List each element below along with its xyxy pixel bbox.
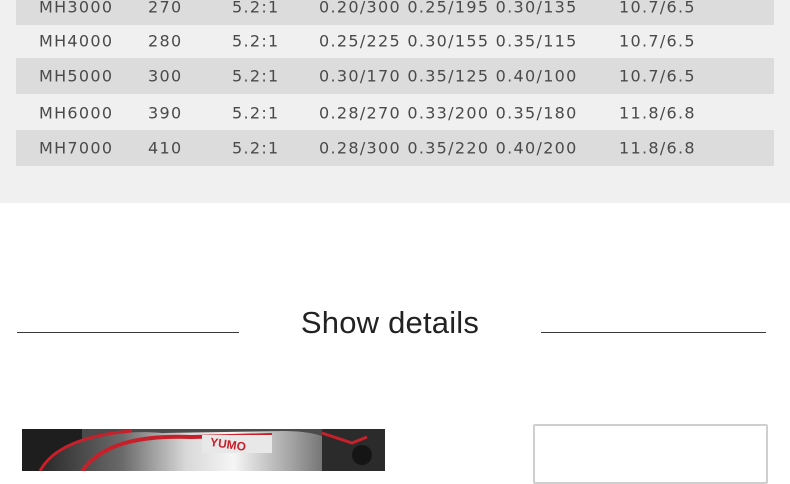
weight-cell: 410 [148, 138, 183, 158]
spec-table: MH3000 270 5.2:1 0.20/300 0.25/195 0.30/… [0, 0, 790, 203]
table-row: MH6000 390 5.2:1 0.28/270 0.33/200 0.35/… [16, 95, 774, 131]
model-cell: MH6000 [39, 103, 114, 123]
retrieve-cell: 10.7/6.5 [619, 0, 696, 17]
ratio-cell: 5.2:1 [232, 66, 280, 86]
weight-cell: 270 [148, 0, 183, 17]
product-detail-photo: YUMO [22, 429, 385, 471]
line-capacity-cell: 0.30/170 0.35/125 0.40/100 [319, 66, 578, 86]
table-row: MH3000 270 5.2:1 0.20/300 0.25/195 0.30/… [16, 0, 774, 25]
weight-cell: 390 [148, 103, 183, 123]
divider-right [541, 332, 766, 333]
divider-left [17, 332, 239, 333]
model-cell: MH4000 [39, 31, 114, 51]
detail-image-frame [533, 424, 768, 484]
ratio-cell: 5.2:1 [232, 138, 280, 158]
line-capacity-cell: 0.20/300 0.25/195 0.30/135 [319, 0, 578, 17]
retrieve-cell: 11.8/6.8 [619, 138, 696, 158]
table-row: MH5000 300 5.2:1 0.30/170 0.35/125 0.40/… [16, 58, 774, 94]
line-capacity-cell: 0.28/300 0.35/220 0.40/200 [319, 138, 578, 158]
model-cell: MH3000 [39, 0, 114, 17]
fishing-reel-image: YUMO [22, 429, 385, 471]
table-row: MH4000 280 5.2:1 0.25/225 0.30/155 0.35/… [16, 23, 774, 59]
weight-cell: 280 [148, 31, 183, 51]
weight-cell: 300 [148, 66, 183, 86]
retrieve-cell: 11.8/6.8 [619, 103, 696, 123]
retrieve-cell: 10.7/6.5 [619, 31, 696, 51]
line-capacity-cell: 0.25/225 0.30/155 0.35/115 [319, 31, 578, 51]
ratio-cell: 5.2:1 [232, 0, 280, 17]
retrieve-cell: 10.7/6.5 [619, 66, 696, 86]
model-cell: MH7000 [39, 138, 114, 158]
section-title: Show details [300, 305, 480, 340]
line-capacity-cell: 0.28/270 0.33/200 0.35/180 [319, 103, 578, 123]
table-row: MH7000 410 5.2:1 0.28/300 0.35/220 0.40/… [16, 130, 774, 166]
ratio-cell: 5.2:1 [232, 31, 280, 51]
ratio-cell: 5.2:1 [232, 103, 280, 123]
details-heading: Show details [0, 305, 790, 353]
model-cell: MH5000 [39, 66, 114, 86]
